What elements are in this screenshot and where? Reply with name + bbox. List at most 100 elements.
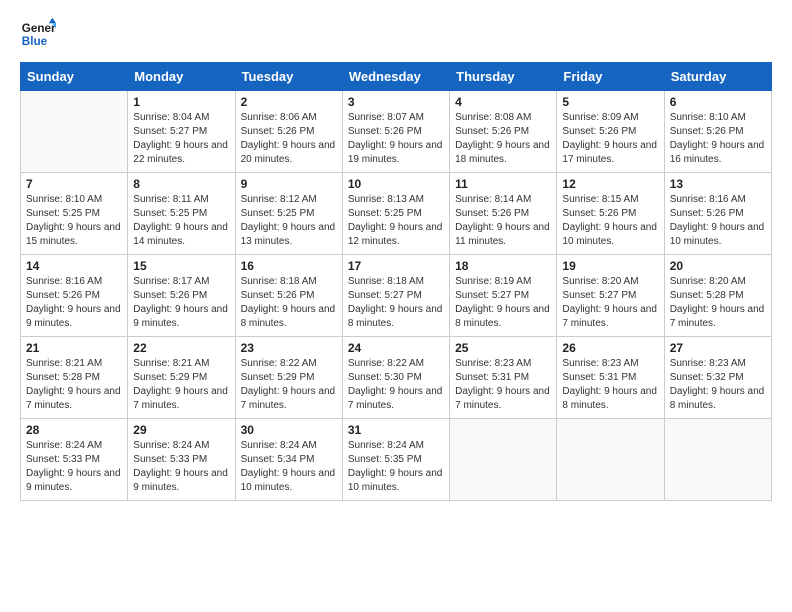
- calendar-cell: 3 Sunrise: 8:07 AMSunset: 5:26 PMDaylight…: [342, 91, 449, 173]
- day-info: Sunrise: 8:21 AMSunset: 5:29 PMDaylight:…: [133, 357, 229, 413]
- calendar-cell: 31Sunrise: 8:24 AMSunset: 5:35 PMDayligh…: [342, 419, 449, 501]
- day-number: 2: [241, 95, 337, 109]
- calendar-cell: 16 Sunrise: 8:18 AMSunset: 5:26 PMDayligh…: [235, 255, 342, 337]
- day-info: Sunrise: 8:08 AMSunset: 5:26 PMDaylight:…: [455, 111, 551, 167]
- day-info: Sunrise: 8:22 AMSunset: 5:30 PMDaylight:…: [348, 357, 444, 413]
- day-number: 20: [670, 259, 766, 273]
- calendar-cell: 18 Sunrise: 8:19 AMSunset: 5:27 PMDayligh…: [450, 255, 557, 337]
- calendar-cell: 25 Sunrise: 8:23 AMSunset: 5:31 PMDayligh…: [450, 337, 557, 419]
- day-number: 8: [133, 177, 229, 191]
- day-number: 19: [562, 259, 658, 273]
- day-number: 14: [26, 259, 122, 273]
- calendar-cell: 20 Sunrise: 8:20 AMSunset: 5:28 PMDayligh…: [664, 255, 771, 337]
- day-info: Sunrise: 8:21 AMSunset: 5:28 PMDaylight:…: [26, 357, 122, 413]
- day-number: 17: [348, 259, 444, 273]
- day-info: Sunrise: 8:24 AMSunset: 5:33 PMDaylight:…: [26, 439, 122, 495]
- day-number: 7: [26, 177, 122, 191]
- day-number: 16: [241, 259, 337, 273]
- weekday-header-row: SundayMondayTuesdayWednesdayThursdayFrid…: [21, 63, 772, 91]
- day-info: Sunrise: 8:07 AMSunset: 5:26 PMDaylight:…: [348, 111, 444, 167]
- calendar-cell: 11Sunrise: 8:14 AMSunset: 5:26 PMDayligh…: [450, 173, 557, 255]
- day-number: 4: [455, 95, 551, 109]
- calendar-week-2: 14 Sunrise: 8:16 AMSunset: 5:26 PMDayligh…: [21, 255, 772, 337]
- day-info: Sunrise: 8:10 AMSunset: 5:25 PMDaylight:…: [26, 193, 122, 249]
- day-number: 23: [241, 341, 337, 355]
- day-number: 1: [133, 95, 229, 109]
- calendar-cell: 27Sunrise: 8:23 AMSunset: 5:32 PMDayligh…: [664, 337, 771, 419]
- calendar-week-1: 7 Sunrise: 8:10 AMSunset: 5:25 PMDaylight…: [21, 173, 772, 255]
- calendar-cell: [450, 419, 557, 501]
- logo: General Blue: [20, 16, 56, 52]
- calendar-week-3: 21Sunrise: 8:21 AMSunset: 5:28 PMDayligh…: [21, 337, 772, 419]
- svg-text:Blue: Blue: [22, 35, 48, 48]
- day-info: Sunrise: 8:18 AMSunset: 5:26 PMDaylight:…: [241, 275, 337, 331]
- day-info: Sunrise: 8:10 AMSunset: 5:26 PMDaylight:…: [670, 111, 766, 167]
- day-info: Sunrise: 8:22 AMSunset: 5:29 PMDaylight:…: [241, 357, 337, 413]
- day-number: 31: [348, 423, 444, 437]
- calendar-header: SundayMondayTuesdayWednesdayThursdayFrid…: [21, 63, 772, 91]
- day-number: 18: [455, 259, 551, 273]
- calendar-cell: 4 Sunrise: 8:08 AMSunset: 5:26 PMDaylight…: [450, 91, 557, 173]
- day-info: Sunrise: 8:16 AMSunset: 5:26 PMDaylight:…: [670, 193, 766, 249]
- calendar-cell: 5Sunrise: 8:09 AMSunset: 5:26 PMDaylight…: [557, 91, 664, 173]
- calendar-cell: 22Sunrise: 8:21 AMSunset: 5:29 PMDayligh…: [128, 337, 235, 419]
- day-info: Sunrise: 8:04 AMSunset: 5:27 PMDaylight:…: [133, 111, 229, 167]
- day-number: 29: [133, 423, 229, 437]
- calendar-body: 1 Sunrise: 8:04 AMSunset: 5:27 PMDaylight…: [21, 91, 772, 501]
- logo-icon: General Blue: [20, 16, 56, 52]
- weekday-header-monday: Monday: [128, 63, 235, 91]
- calendar-cell: 28 Sunrise: 8:24 AMSunset: 5:33 PMDayligh…: [21, 419, 128, 501]
- day-info: Sunrise: 8:24 AMSunset: 5:33 PMDaylight:…: [133, 439, 229, 495]
- calendar-cell: 21Sunrise: 8:21 AMSunset: 5:28 PMDayligh…: [21, 337, 128, 419]
- calendar-cell: 14 Sunrise: 8:16 AMSunset: 5:26 PMDayligh…: [21, 255, 128, 337]
- calendar-cell: 12Sunrise: 8:15 AMSunset: 5:26 PMDayligh…: [557, 173, 664, 255]
- calendar-cell: 17 Sunrise: 8:18 AMSunset: 5:27 PMDayligh…: [342, 255, 449, 337]
- day-info: Sunrise: 8:14 AMSunset: 5:26 PMDaylight:…: [455, 193, 551, 249]
- calendar-cell: 15 Sunrise: 8:17 AMSunset: 5:26 PMDayligh…: [128, 255, 235, 337]
- day-info: Sunrise: 8:12 AMSunset: 5:25 PMDaylight:…: [241, 193, 337, 249]
- calendar-cell: 10Sunrise: 8:13 AMSunset: 5:25 PMDayligh…: [342, 173, 449, 255]
- calendar-cell: [664, 419, 771, 501]
- calendar-cell: 24 Sunrise: 8:22 AMSunset: 5:30 PMDayligh…: [342, 337, 449, 419]
- day-info: Sunrise: 8:16 AMSunset: 5:26 PMDaylight:…: [26, 275, 122, 331]
- weekday-header-friday: Friday: [557, 63, 664, 91]
- calendar-cell: [21, 91, 128, 173]
- day-info: Sunrise: 8:23 AMSunset: 5:32 PMDaylight:…: [670, 357, 766, 413]
- weekday-header-thursday: Thursday: [450, 63, 557, 91]
- day-number: 9: [241, 177, 337, 191]
- day-number: 6: [670, 95, 766, 109]
- weekday-header-tuesday: Tuesday: [235, 63, 342, 91]
- day-number: 3: [348, 95, 444, 109]
- calendar-cell: 30Sunrise: 8:24 AMSunset: 5:34 PMDayligh…: [235, 419, 342, 501]
- calendar-cell: 7 Sunrise: 8:10 AMSunset: 5:25 PMDaylight…: [21, 173, 128, 255]
- calendar-cell: 2Sunrise: 8:06 AMSunset: 5:26 PMDaylight…: [235, 91, 342, 173]
- calendar-cell: 29 Sunrise: 8:24 AMSunset: 5:33 PMDayligh…: [128, 419, 235, 501]
- calendar-cell: [557, 419, 664, 501]
- day-info: Sunrise: 8:23 AMSunset: 5:31 PMDaylight:…: [455, 357, 551, 413]
- calendar-cell: 9 Sunrise: 8:12 AMSunset: 5:25 PMDaylight…: [235, 173, 342, 255]
- day-number: 15: [133, 259, 229, 273]
- header: General Blue: [20, 16, 772, 52]
- day-info: Sunrise: 8:17 AMSunset: 5:26 PMDaylight:…: [133, 275, 229, 331]
- day-number: 24: [348, 341, 444, 355]
- day-info: Sunrise: 8:18 AMSunset: 5:27 PMDaylight:…: [348, 275, 444, 331]
- day-info: Sunrise: 8:20 AMSunset: 5:28 PMDaylight:…: [670, 275, 766, 331]
- day-number: 10: [348, 177, 444, 191]
- calendar-cell: 19Sunrise: 8:20 AMSunset: 5:27 PMDayligh…: [557, 255, 664, 337]
- calendar-cell: 13Sunrise: 8:16 AMSunset: 5:26 PMDayligh…: [664, 173, 771, 255]
- calendar-week-4: 28 Sunrise: 8:24 AMSunset: 5:33 PMDayligh…: [21, 419, 772, 501]
- calendar-cell: 1 Sunrise: 8:04 AMSunset: 5:27 PMDaylight…: [128, 91, 235, 173]
- calendar-cell: 8 Sunrise: 8:11 AMSunset: 5:25 PMDaylight…: [128, 173, 235, 255]
- calendar-cell: 6 Sunrise: 8:10 AMSunset: 5:26 PMDaylight…: [664, 91, 771, 173]
- svg-text:General: General: [22, 22, 56, 35]
- day-number: 5: [562, 95, 658, 109]
- day-info: Sunrise: 8:19 AMSunset: 5:27 PMDaylight:…: [455, 275, 551, 331]
- day-number: 28: [26, 423, 122, 437]
- calendar-cell: 23 Sunrise: 8:22 AMSunset: 5:29 PMDayligh…: [235, 337, 342, 419]
- weekday-header-saturday: Saturday: [664, 63, 771, 91]
- day-info: Sunrise: 8:24 AMSunset: 5:34 PMDaylight:…: [241, 439, 337, 495]
- calendar-cell: 26Sunrise: 8:23 AMSunset: 5:31 PMDayligh…: [557, 337, 664, 419]
- day-number: 25: [455, 341, 551, 355]
- day-info: Sunrise: 8:11 AMSunset: 5:25 PMDaylight:…: [133, 193, 229, 249]
- weekday-header-sunday: Sunday: [21, 63, 128, 91]
